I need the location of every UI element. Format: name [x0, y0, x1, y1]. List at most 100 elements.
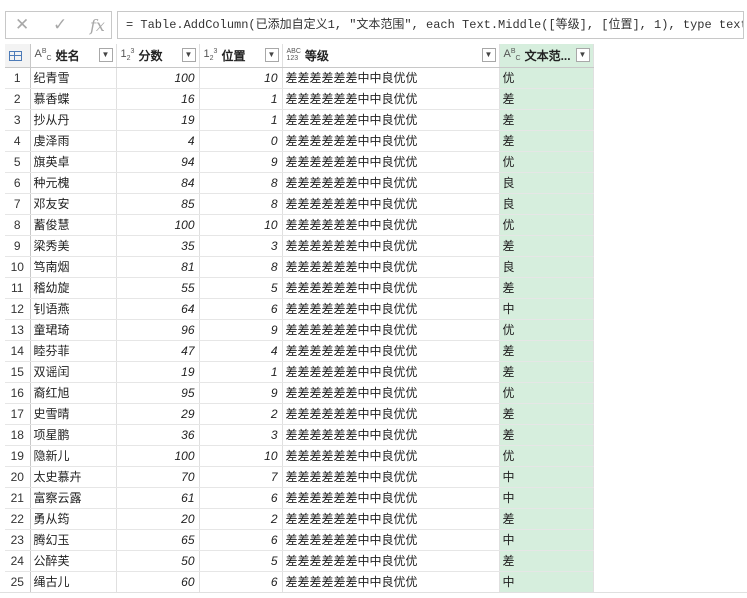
row-number[interactable]: 16	[5, 382, 31, 404]
row-number[interactable]: 25	[5, 571, 31, 593]
name-cell[interactable]: 公醉芙	[30, 550, 117, 572]
text-range-cell[interactable]: 中	[499, 466, 594, 488]
grade-cell[interactable]: 差差差差差差中中良优优	[282, 256, 500, 278]
grade-cell[interactable]: 差差差差差差中中良优优	[282, 319, 500, 341]
text-range-cell[interactable]: 差	[499, 235, 594, 257]
position-cell[interactable]: 5	[199, 277, 283, 299]
text-range-cell[interactable]: 良	[499, 193, 594, 215]
score-cell[interactable]: 50	[116, 550, 200, 572]
row-number[interactable]: 9	[5, 235, 31, 257]
grade-cell[interactable]: 差差差差差差中中良优优	[282, 235, 500, 257]
name-cell[interactable]: 笃南烟	[30, 256, 117, 278]
grade-cell[interactable]: 差差差差差差中中良优优	[282, 172, 500, 194]
text-range-cell[interactable]: 差	[499, 130, 594, 152]
score-cell[interactable]: 47	[116, 340, 200, 362]
position-cell[interactable]: 8	[199, 193, 283, 215]
position-cell[interactable]: 0	[199, 130, 283, 152]
row-number[interactable]: 21	[5, 487, 31, 509]
row-number[interactable]: 23	[5, 529, 31, 551]
text-range-cell[interactable]: 良	[499, 256, 594, 278]
score-cell[interactable]: 4	[116, 130, 200, 152]
row-number[interactable]: 2	[5, 88, 31, 110]
filter-dropdown-icon[interactable]: ▼	[575, 48, 590, 62]
row-number[interactable]: 24	[5, 550, 31, 572]
grade-cell[interactable]: 差差差差差差中中良优优	[282, 67, 500, 89]
score-cell[interactable]: 61	[116, 487, 200, 509]
name-cell[interactable]: 种元槐	[30, 172, 117, 194]
row-number[interactable]: 3	[5, 109, 31, 131]
formula-input[interactable]: = Table.AddColumn(已添加自定义1, "文本范围", each …	[117, 11, 744, 39]
fx-icon[interactable]: fx	[90, 16, 105, 35]
row-number[interactable]: 8	[5, 214, 31, 236]
column-header-1[interactable]: 123 分数 ▼	[116, 44, 200, 68]
position-cell[interactable]: 1	[199, 109, 283, 131]
name-cell[interactable]: 史雪晴	[30, 403, 117, 425]
row-number[interactable]: 5	[5, 151, 31, 173]
text-range-cell[interactable]: 优	[499, 67, 594, 89]
score-cell[interactable]: 64	[116, 298, 200, 320]
position-cell[interactable]: 6	[199, 298, 283, 320]
name-cell[interactable]: 慕香蝶	[30, 88, 117, 110]
text-range-cell[interactable]: 差	[499, 109, 594, 131]
name-cell[interactable]: 抄从丹	[30, 109, 117, 131]
text-range-cell[interactable]: 差	[499, 550, 594, 572]
name-cell[interactable]: 旗英卓	[30, 151, 117, 173]
row-number[interactable]: 12	[5, 298, 31, 320]
confirm-icon[interactable]: ✓	[53, 15, 67, 35]
position-cell[interactable]: 3	[199, 235, 283, 257]
position-cell[interactable]: 10	[199, 67, 283, 89]
name-cell[interactable]: 绳古儿	[30, 571, 117, 593]
grade-cell[interactable]: 差差差差差差中中良优优	[282, 88, 500, 110]
name-cell[interactable]: 钊语燕	[30, 298, 117, 320]
text-range-cell[interactable]: 差	[499, 424, 594, 446]
row-number[interactable]: 10	[5, 256, 31, 278]
score-cell[interactable]: 65	[116, 529, 200, 551]
score-cell[interactable]: 60	[116, 571, 200, 593]
type-text-icon[interactable]: ABC	[35, 47, 52, 63]
row-number[interactable]: 15	[5, 361, 31, 383]
text-range-cell[interactable]: 优	[499, 382, 594, 404]
grade-cell[interactable]: 差差差差差差中中良优优	[282, 424, 500, 446]
grade-cell[interactable]: 差差差差差差中中良优优	[282, 403, 500, 425]
name-cell[interactable]: 邓友安	[30, 193, 117, 215]
grade-cell[interactable]: 差差差差差差中中良优优	[282, 466, 500, 488]
row-number[interactable]: 18	[5, 424, 31, 446]
score-cell[interactable]: 55	[116, 277, 200, 299]
text-range-cell[interactable]: 优	[499, 445, 594, 467]
position-cell[interactable]: 6	[199, 529, 283, 551]
text-range-cell[interactable]: 中	[499, 529, 594, 551]
name-cell[interactable]: 太史慕卉	[30, 466, 117, 488]
row-number[interactable]: 20	[5, 466, 31, 488]
position-cell[interactable]: 8	[199, 256, 283, 278]
position-cell[interactable]: 6	[199, 571, 283, 593]
type-number-icon[interactable]: 123	[121, 47, 135, 63]
grade-cell[interactable]: 差差差差差差中中良优优	[282, 508, 500, 530]
grade-cell[interactable]: 差差差差差差中中良优优	[282, 529, 500, 551]
grade-cell[interactable]: 差差差差差差中中良优优	[282, 193, 500, 215]
grade-cell[interactable]: 差差差差差差中中良优优	[282, 382, 500, 404]
position-cell[interactable]: 1	[199, 361, 283, 383]
position-cell[interactable]: 6	[199, 487, 283, 509]
name-cell[interactable]: 双谣闰	[30, 361, 117, 383]
position-cell[interactable]: 4	[199, 340, 283, 362]
position-cell[interactable]: 1	[199, 88, 283, 110]
name-cell[interactable]: 虔泽雨	[30, 130, 117, 152]
filter-dropdown-icon[interactable]: ▼	[98, 48, 113, 62]
filter-dropdown-icon[interactable]: ▼	[481, 48, 496, 62]
score-cell[interactable]: 100	[116, 67, 200, 89]
row-number[interactable]: 14	[5, 340, 31, 362]
row-number[interactable]: 1	[5, 67, 31, 89]
score-cell[interactable]: 70	[116, 466, 200, 488]
row-number[interactable]: 22	[5, 508, 31, 530]
name-cell[interactable]: 腾幻玉	[30, 529, 117, 551]
grade-cell[interactable]: 差差差差差差中中良优优	[282, 109, 500, 131]
name-cell[interactable]: 睦芬菲	[30, 340, 117, 362]
score-cell[interactable]: 100	[116, 445, 200, 467]
position-cell[interactable]: 9	[199, 151, 283, 173]
grade-cell[interactable]: 差差差差差差中中良优优	[282, 130, 500, 152]
name-cell[interactable]: 稽幼旋	[30, 277, 117, 299]
name-cell[interactable]: 童珺琦	[30, 319, 117, 341]
score-cell[interactable]: 36	[116, 424, 200, 446]
text-range-cell[interactable]: 差	[499, 88, 594, 110]
row-number[interactable]: 6	[5, 172, 31, 194]
